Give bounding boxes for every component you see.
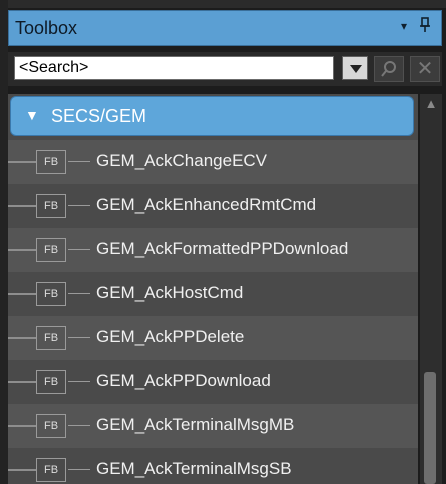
tree-connector: [68, 425, 90, 426]
tree-line: [8, 469, 36, 471]
function-block-icon: FB: [36, 150, 66, 174]
tree-connector: [68, 293, 90, 294]
tree-connector: [68, 381, 90, 382]
item-label: GEM_AckTerminalMsgSB: [96, 459, 292, 478]
function-block-icon: FB: [36, 238, 66, 262]
expand-arrow-icon: ▼: [25, 107, 39, 123]
function-block-icon: FB: [36, 458, 66, 482]
function-block-icon: FB: [36, 282, 66, 306]
tree-connector: [68, 337, 90, 338]
vertical-scrollbar[interactable]: ▲: [420, 94, 442, 484]
list-item[interactable]: FB GEM_AckFormattedPPDownload: [8, 228, 418, 272]
tree-line: [8, 205, 36, 207]
tree-connector: [68, 469, 90, 470]
tree-connector: [68, 249, 90, 250]
function-block-icon: FB: [36, 370, 66, 394]
list-item[interactable]: FB GEM_AckTerminalMsgSB: [8, 448, 418, 484]
item-label: GEM_AckPPDelete: [96, 327, 245, 346]
toolbox-titlebar: Toolbox ▾: [8, 10, 442, 46]
pin-icon[interactable]: [419, 17, 431, 38]
list-item[interactable]: FB GEM_AckPPDelete: [8, 316, 418, 360]
search-history-dropdown[interactable]: [342, 56, 368, 80]
clear-search-button[interactable]: ✕: [410, 56, 440, 82]
search-button[interactable]: [374, 56, 404, 82]
group-label: SECS/GEM: [51, 106, 147, 126]
group-header-secs-gem[interactable]: ▼ SECS/GEM: [10, 96, 414, 136]
item-label: GEM_AckEnhancedRmtCmd: [96, 195, 317, 214]
tree-line: [8, 293, 36, 295]
tree-connector: [68, 161, 90, 162]
item-label: GEM_AckHostCmd: [96, 283, 244, 302]
search-icon: [375, 61, 403, 85]
tree-line: [8, 249, 36, 251]
list-item[interactable]: FB GEM_AckTerminalMsgMB: [8, 404, 418, 448]
function-block-icon: FB: [36, 326, 66, 350]
search-row: ✕: [8, 52, 442, 86]
search-input[interactable]: [14, 56, 334, 80]
item-label: GEM_AckChangeECV: [96, 151, 268, 170]
function-block-icon: FB: [36, 414, 66, 438]
tree-line: [8, 161, 36, 163]
window-menu-dropdown-icon[interactable]: ▾: [401, 19, 407, 33]
tree-line: [8, 425, 36, 427]
item-label: GEM_AckPPDownload: [96, 371, 271, 390]
tree-line: [8, 381, 36, 383]
list-item[interactable]: FB GEM_AckHostCmd: [8, 272, 418, 316]
list-item[interactable]: FB GEM_AckChangeECV: [8, 140, 418, 184]
item-label: GEM_AckTerminalMsgMB: [96, 415, 295, 434]
pane-edge: [0, 0, 8, 484]
list-item[interactable]: FB GEM_AckPPDownload: [8, 360, 418, 404]
close-icon: ✕: [416, 58, 434, 80]
scrollbar-thumb[interactable]: [424, 372, 436, 484]
item-label: GEM_AckFormattedPPDownload: [96, 239, 349, 258]
tree-connector: [68, 205, 90, 206]
toolbox-title: Toolbox: [15, 18, 78, 38]
function-block-icon: FB: [36, 194, 66, 218]
scroll-up-icon[interactable]: ▲: [422, 96, 440, 114]
tree-line: [8, 337, 36, 339]
list-item[interactable]: FB GEM_AckEnhancedRmtCmd: [8, 184, 418, 228]
